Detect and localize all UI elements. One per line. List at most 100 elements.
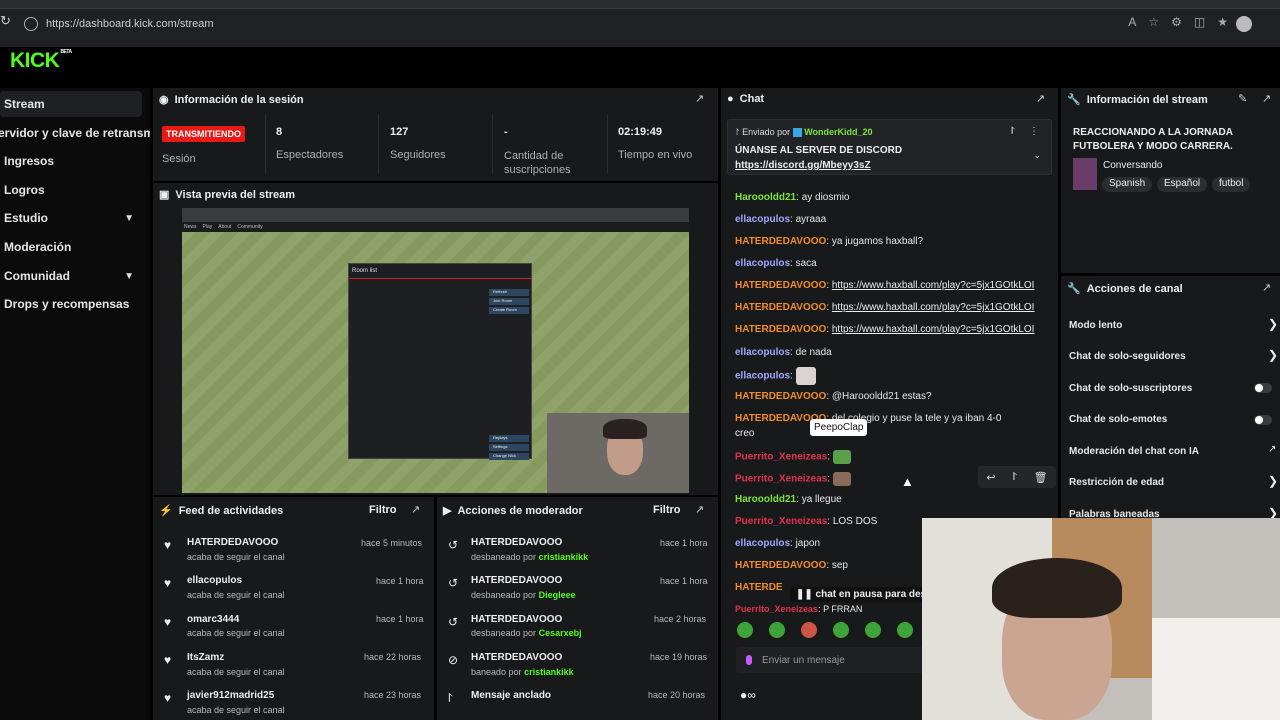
chat-link[interactable]: https://www.haxball.com/play?c=5jx1GOtkL…	[832, 302, 1035, 313]
popout-icon[interactable]: ↗	[695, 92, 704, 105]
chat-message[interactable]: HATERDEDAVOOO: https://www.haxball.com/p…	[735, 324, 1034, 335]
chat-message[interactable]: Puerrito_Xeneizeas:	[735, 450, 851, 464]
address-bar[interactable]: https://dashboard.kick.com/stream	[16, 13, 1276, 35]
chat-user[interactable]: Puerrito_Xeneizeas	[735, 516, 827, 527]
more-icon[interactable]: ⋮	[1029, 126, 1039, 137]
chat-input[interactable]: Enviar un mensaje	[736, 647, 926, 673]
sidebar-item-server-key[interactable]: Servidor y clave de retransmisión	[0, 120, 150, 146]
reply-icon[interactable]: ↩	[986, 471, 995, 484]
site-info-icon[interactable]	[24, 17, 38, 31]
popout-icon[interactable]: ↗	[695, 503, 704, 516]
kick-logo[interactable]: KICKBETA	[10, 49, 72, 73]
popout-icon[interactable]: ↗	[411, 503, 420, 516]
mod-user[interactable]: HATERDEDAVOOO	[471, 614, 562, 625]
chat-message[interactable]: HATERDEDAVOOO: https://www.haxball.com/p…	[735, 280, 1034, 291]
action-emotes-only[interactable]: Chat de solo-emotes	[1069, 414, 1167, 425]
chat-message[interactable]: HATERDEDAVOOO: @Haroooldd21 estas?	[735, 391, 932, 402]
emote-icon[interactable]	[737, 622, 753, 638]
split-screen-icon[interactable]: ◫	[1194, 15, 1205, 29]
browser-tabstrip[interactable]	[0, 0, 1280, 9]
sidebar-item-drops[interactable]: Drops y recompensas	[0, 291, 142, 317]
delete-icon[interactable]: 🗑	[1034, 471, 1048, 484]
feed-user[interactable]: ellacopulos	[187, 575, 242, 586]
mod-user[interactable]: Mensaje anclado	[471, 690, 551, 701]
mod-user[interactable]: HATERDEDAVOOO	[471, 575, 562, 586]
chat-link[interactable]: https://www.haxball.com/play?c=5jx1GOtkL…	[832, 280, 1035, 291]
favorite-star-icon[interactable]: ☆	[1148, 15, 1159, 29]
action-age-restriction[interactable]: Restricción de edad	[1069, 477, 1164, 488]
sidebar-item-stream[interactable]: Stream	[0, 91, 142, 117]
read-aloud-icon[interactable]: A	[1128, 15, 1136, 29]
mic-icon[interactable]	[746, 655, 752, 665]
chat-user[interactable]: ellacopulos	[735, 538, 790, 549]
sidebar-item-income[interactable]: Ingresos	[0, 148, 142, 174]
chat-link[interactable]: https://www.haxball.com/play?c=5jx1GOtkL…	[832, 324, 1035, 335]
chat-message[interactable]: ellacopulos: japon	[735, 538, 820, 549]
mod-user[interactable]: HATERDEDAVOOO	[471, 652, 562, 663]
chat-user[interactable]: HATERDEDAVOOO	[735, 560, 826, 571]
mod-actor[interactable]: cristiankikk	[539, 552, 589, 562]
external-link-icon[interactable]: ↗	[1268, 444, 1276, 455]
feed-user[interactable]: javier912madrid25	[187, 690, 274, 701]
chat-user[interactable]: HATERDE	[735, 582, 783, 593]
chat-message[interactable]: HATERDEDAVOOO: del colegio y puse la tel…	[735, 413, 1001, 424]
chat-message[interactable]: Haroooldd21: ay diosmio	[735, 192, 850, 203]
chevron-right-icon[interactable]: ❯	[1268, 348, 1278, 362]
emote-icon[interactable]	[769, 622, 785, 638]
popout-icon[interactable]: ↗	[1036, 92, 1045, 105]
chat-user[interactable]: Puerrito_Xeneizeas	[735, 452, 827, 463]
sidebar-item-studio[interactable]: Estudio ▼	[0, 205, 142, 231]
action-ai-moderation[interactable]: Moderación del chat con IA	[1069, 446, 1199, 457]
chat-user[interactable]: Puerrito_Xeneizeas	[735, 474, 827, 485]
chat-message[interactable]: Puerrito_Xeneizeas:	[735, 472, 851, 486]
chat-user[interactable]: HATERDEDAVOOO	[735, 391, 826, 402]
chat-user[interactable]: Haroooldd21	[735, 192, 796, 203]
chat-user[interactable]: HATERDEDAVOOO	[735, 302, 826, 313]
popout-icon[interactable]: ↗	[1262, 281, 1271, 294]
chat-message[interactable]: HATERDEDAVOOO: ya jugamos haxball?	[735, 236, 923, 247]
chat-message[interactable]: ellacopulos:	[735, 367, 816, 385]
sidebar-item-community[interactable]: Comunidad ▼	[0, 263, 142, 289]
unpin-icon[interactable]: ⨡	[1011, 126, 1015, 137]
infinity-icon[interactable]: ●∞	[740, 688, 756, 702]
chat-message[interactable]: ellacopulos: saca	[735, 258, 817, 269]
mod-user[interactable]: HATERDEDAVOOO	[471, 537, 562, 548]
stream-preview[interactable]: News Play About Community Room list Refr…	[182, 208, 689, 493]
pinned-message[interactable]: ⨡ Enviado por WonderKidd_20 ⨡ ⋮ ÚNANSE A…	[727, 119, 1052, 175]
emote-icon[interactable]	[897, 622, 913, 638]
address-url[interactable]: https://dashboard.kick.com/stream	[46, 18, 214, 30]
emote-icon[interactable]	[833, 622, 849, 638]
popout-icon[interactable]: ↗	[1262, 92, 1271, 105]
pinned-user[interactable]: WonderKidd_20	[804, 127, 872, 137]
chat-user[interactable]: ellacopulos	[735, 258, 790, 269]
emotes-only-toggle[interactable]	[1254, 415, 1272, 425]
chat-user[interactable]: HATERDEDAVOOO	[735, 280, 826, 291]
action-followers-only[interactable]: Chat de solo-seguidores	[1069, 351, 1186, 362]
subscribers-only-toggle[interactable]	[1254, 383, 1272, 393]
mod-actor[interactable]: Cesarxebj	[539, 628, 582, 638]
sidebar-item-achievements[interactable]: Logros	[0, 177, 142, 203]
chat-paused-banner[interactable]: ❚❚ chat en pausa para des	[790, 587, 933, 602]
chat-message[interactable]: Haroooldd21: ya llegue	[735, 494, 842, 505]
pinned-link[interactable]: https://discord.gg/Mbeyy3sZ	[735, 160, 871, 171]
category-name[interactable]: Conversando	[1103, 160, 1162, 171]
reload-icon[interactable]: ↻	[0, 13, 14, 33]
mod-actor[interactable]: cristiankikk	[524, 667, 574, 677]
chat-message[interactable]: ellacopulos: ayraaa	[735, 214, 826, 225]
chat-message[interactable]: HATERDEDAVOOO: sep	[735, 560, 848, 571]
feed-user[interactable]: omarc3444	[187, 614, 239, 625]
chat-message[interactable]: Puerrito_Xeneizeas: P FRRAN	[735, 604, 862, 614]
action-slow-mode[interactable]: Modo lento	[1069, 320, 1122, 331]
sidebar-item-moderation[interactable]: Moderación	[0, 234, 142, 260]
feed-filter-button[interactable]: Filtro	[369, 504, 397, 516]
chevron-right-icon[interactable]: ❯	[1268, 474, 1278, 488]
chevron-right-icon[interactable]: ❯	[1268, 317, 1278, 331]
extensions-icon[interactable]: ⚙	[1171, 15, 1182, 29]
chat-message[interactable]: Puerrito_Xeneizeas: LOS DOS	[735, 516, 877, 527]
action-subscribers-only[interactable]: Chat de solo-suscriptores	[1069, 383, 1192, 394]
chevron-down-icon[interactable]: ⌄	[1033, 150, 1041, 161]
feed-user[interactable]: ItsZamz	[187, 652, 224, 663]
chat-user[interactable]: Haroooldd21	[735, 494, 796, 505]
chat-message[interactable]: ellacopulos: de nada	[735, 347, 832, 358]
chat-user[interactable]: HATERDEDAVOOO	[735, 236, 826, 247]
